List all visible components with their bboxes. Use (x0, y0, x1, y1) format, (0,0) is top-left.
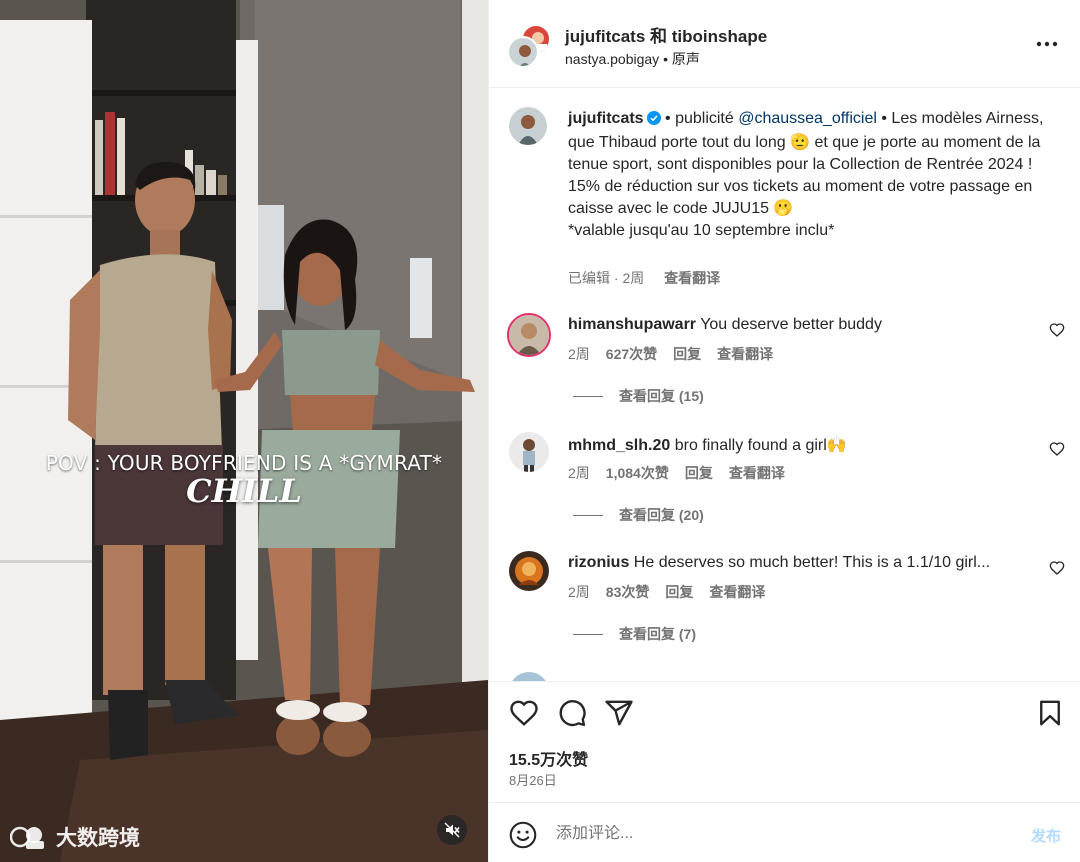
view-replies-button[interactable]: 查看回复 (15) (573, 386, 704, 406)
comment-reply-button[interactable]: 回复 (673, 346, 701, 362)
likes-count[interactable]: 15.5万次赞 (509, 746, 588, 770)
comment-text: himanshupawarr You deserve better buddy (568, 316, 1028, 334)
audio-separator: • (659, 51, 672, 67)
avatar-jujufitcats[interactable] (507, 36, 539, 68)
comment-time: 2周 (568, 465, 590, 481)
caption-line-3: *valable jusqu'au 10 septembre inclu* (568, 222, 835, 239)
comment-meta: 2周 1,084次赞 回复 查看翻译 (568, 463, 801, 483)
more-options-button[interactable] (1035, 32, 1059, 56)
verified-badge-icon (646, 110, 661, 132)
caption-text: jujufitcats • publicité @chaussea_offici… (568, 108, 1068, 242)
post-header: jujufitcats 和 tiboinshape nastya.pobigay… (489, 0, 1080, 88)
header-and: 和 (650, 27, 668, 46)
audio-label[interactable]: 原声 (672, 51, 700, 67)
caption-username[interactable]: jujufitcats (568, 110, 644, 127)
audio-username[interactable]: nastya.pobigay (565, 51, 659, 67)
replies-divider (573, 514, 603, 516)
comment-like-heart-icon[interactable] (1049, 322, 1065, 338)
more-horizontal-icon (1036, 41, 1058, 47)
comment-time: 2周 (568, 584, 590, 600)
replies-divider (573, 633, 603, 635)
reel-video[interactable]: POV : YOUR BOYFRIEND IS A *GYMRAT* CHILL… (0, 0, 488, 862)
comment-reply-button[interactable]: 回复 (665, 584, 693, 600)
post-date: 8月26日 (509, 773, 557, 788)
add-comment-input[interactable] (556, 825, 976, 843)
comment-item: mhmd_slh.20 bro finally found a girl🙌 2周… (489, 428, 1080, 547)
comment-body: bro finally found a girl🙌 (674, 437, 847, 454)
comment-translate-link[interactable]: 查看翻译 (709, 584, 765, 600)
post-actions: 15.5万次赞 8月26日 (489, 681, 1080, 801)
comment-meta: 2周 83次赞 回复 查看翻译 (568, 582, 781, 602)
view-replies-label: 查看回复 (15) (619, 388, 704, 404)
view-replies-label: 查看回复 (7) (619, 626, 696, 642)
collab-usernames: jujufitcats 和 tiboinshape (565, 22, 767, 47)
caption-meta: 已编辑 · 2周 查看翻译 (568, 268, 720, 288)
speaker-muted-icon (444, 822, 460, 838)
comment-likes[interactable]: 83次赞 (606, 584, 650, 600)
audio-attribution: nastya.pobigay • 原声 (565, 49, 700, 69)
caption-avatar[interactable] (509, 107, 547, 145)
comment-text: mhmd_slh.20 bro finally found a girl🙌 (568, 435, 1028, 455)
video-frame (0, 0, 488, 862)
caption-separator-2: • (876, 110, 887, 127)
comment-time: 2周 (568, 346, 590, 362)
emoji-icon[interactable] (509, 821, 537, 849)
bookmark-icon[interactable] (1035, 698, 1065, 728)
comment-item: himanshupawarr You deserve better buddy … (489, 309, 1080, 428)
comment-avatar[interactable] (509, 432, 549, 472)
comment-avatar[interactable] (509, 551, 549, 591)
caption-line-2: 15% de réduction sur vos tickets au mome… (568, 178, 1033, 217)
comment-likes[interactable]: 1,084次赞 (606, 465, 669, 481)
video-overlay-title: CHILL (186, 472, 302, 510)
comment-icon[interactable] (557, 698, 587, 728)
comment-like-heart-icon[interactable] (1049, 560, 1065, 576)
collab-avatars[interactable] (507, 24, 551, 68)
caption-edited-time: 已编辑 · 2周 (568, 270, 645, 286)
watermark-text: 大数跨境 (56, 827, 140, 850)
mute-button[interactable] (437, 815, 467, 845)
watermark-logo-icon (10, 823, 50, 851)
comment-avatar[interactable] (507, 313, 551, 357)
watermark: 大数跨境 (10, 822, 140, 852)
comment-like-heart-icon[interactable] (1049, 441, 1065, 457)
view-replies-button[interactable]: 查看回复 (7) (573, 624, 696, 644)
add-comment-bar: 发布 (489, 802, 1080, 862)
share-icon[interactable] (604, 698, 634, 728)
caption-translate-link[interactable]: 查看翻译 (664, 270, 720, 286)
comment-body: He deserves so much better! This is a 1.… (633, 554, 991, 571)
view-replies-button[interactable]: 查看回复 (20) (573, 505, 704, 525)
header-username-1[interactable]: jujufitcats (565, 27, 645, 46)
comment-username[interactable]: himanshupawarr (568, 316, 696, 333)
sponsor-mention-link[interactable]: @chaussea_officiel (738, 110, 877, 127)
post-comment-button[interactable]: 发布 (1031, 825, 1061, 846)
sponsored-label: publicité (675, 110, 734, 127)
comment-reply-button[interactable]: 回复 (685, 465, 713, 481)
comment-likes[interactable]: 627次赞 (606, 346, 657, 362)
comment-username[interactable]: mhmd_slh.20 (568, 437, 670, 454)
heart-icon[interactable] (509, 698, 539, 728)
comment-translate-link[interactable]: 查看翻译 (717, 346, 773, 362)
comment-item: rizonius He deserves so much better! Thi… (489, 547, 1080, 666)
comment-body: You deserve better buddy (700, 316, 882, 333)
comment-username[interactable]: rizonius (568, 554, 629, 571)
comment-translate-link[interactable]: 查看翻译 (729, 465, 785, 481)
replies-divider (573, 395, 603, 397)
caption-separator: • (660, 110, 676, 127)
comment-meta: 2周 627次赞 回复 查看翻译 (568, 344, 789, 364)
post-panel: jujufitcats 和 tiboinshape nastya.pobigay… (488, 0, 1080, 862)
view-replies-label: 查看回复 (20) (619, 507, 704, 523)
comment-text: rizonius He deserves so much better! Thi… (568, 554, 1028, 572)
header-username-2[interactable]: tiboinshape (672, 27, 767, 46)
